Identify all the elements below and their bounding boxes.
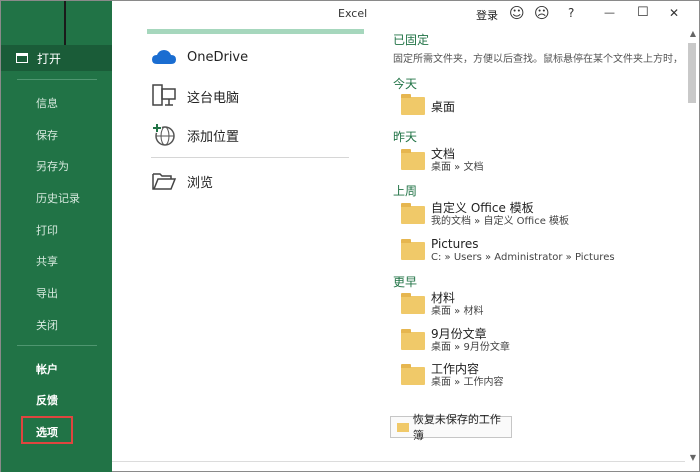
sidebar-item-save-as[interactable]: 另存为 bbox=[36, 158, 69, 174]
scroll-down-icon[interactable]: ▼ bbox=[690, 453, 696, 462]
locations-divider bbox=[151, 157, 349, 158]
folder-name: 材料 bbox=[431, 291, 456, 305]
sidebar-divider bbox=[17, 79, 97, 80]
sidebar-item-feedback[interactable]: 反馈 bbox=[36, 392, 58, 408]
folder-icon bbox=[401, 293, 425, 314]
maximize-icon[interactable]: ☐ bbox=[637, 5, 649, 21]
folder-path: C: » Users » Administrator » Pictures bbox=[431, 252, 615, 263]
pinned-description: 固定所需文件夹，方便以后查找。鼠标悬停在某个文件夹上方时，单击 bbox=[393, 54, 683, 65]
smile-icon[interactable]: ☺ bbox=[509, 5, 525, 21]
folder-icon bbox=[401, 364, 425, 385]
computer-icon bbox=[152, 84, 176, 106]
folder-name: 桌面 bbox=[431, 99, 456, 114]
backstage-sidebar: 打开 信息 保存 另存为 历史记录 打印 共享 导出 关闭 帐户 反馈 选项 bbox=[1, 1, 112, 472]
sidebar-divider bbox=[17, 345, 97, 346]
excel-window: 打开 信息 保存 另存为 历史记录 打印 共享 导出 关闭 帐户 反馈 选项 E… bbox=[0, 0, 700, 472]
sidebar-item-info[interactable]: 信息 bbox=[36, 95, 58, 111]
folder-icon bbox=[397, 422, 409, 432]
folder-name: 工作内容 bbox=[431, 362, 480, 376]
folder-item[interactable]: 自定义 Office 模板 我的文档 » 自定义 Office 模板 bbox=[401, 201, 569, 229]
location-label: OneDrive bbox=[187, 49, 249, 65]
folder-path: 桌面 » 9月份文章 bbox=[431, 342, 510, 353]
folder-item[interactable]: 工作内容 桌面 » 工作内容 bbox=[401, 362, 503, 390]
folder-name: 自定义 Office 模板 bbox=[431, 201, 534, 215]
location-label: 添加位置 bbox=[187, 129, 240, 145]
folder-name: Pictures bbox=[431, 237, 479, 251]
close-icon[interactable]: ✕ bbox=[669, 5, 679, 21]
selected-location-bar bbox=[147, 29, 364, 34]
cloud-icon bbox=[152, 50, 176, 64]
location-label: 这台电脑 bbox=[187, 90, 240, 106]
folder-icon bbox=[401, 203, 425, 224]
folder-icon bbox=[401, 239, 425, 260]
sign-in-link[interactable]: 登录 bbox=[476, 7, 498, 23]
folder-icon bbox=[401, 149, 425, 170]
folder-item[interactable]: 9月份文章 桌面 » 9月份文章 bbox=[401, 327, 510, 355]
sidebar-item-open[interactable]: 打开 bbox=[1, 45, 112, 71]
window-title: Excel bbox=[338, 7, 368, 20]
folder-path: 桌面 » 材料 bbox=[431, 306, 484, 317]
folder-path: 桌面 » 工作内容 bbox=[431, 377, 504, 388]
folder-open-icon bbox=[152, 173, 177, 190]
options-highlight-box bbox=[21, 416, 73, 444]
scroll-up-icon[interactable]: ▲ bbox=[690, 29, 696, 38]
group-heading-last-week: 上周 bbox=[393, 184, 418, 198]
group-heading-yesterday: 昨天 bbox=[393, 130, 418, 144]
group-heading-older: 更早 bbox=[393, 275, 418, 289]
folder-path: 我的文档 » 自定义 Office 模板 bbox=[431, 216, 570, 227]
location-this-pc[interactable]: 这台电脑 bbox=[151, 82, 239, 110]
location-onedrive[interactable]: OneDrive bbox=[151, 43, 248, 71]
location-add-place[interactable]: 添加位置 bbox=[151, 121, 239, 149]
location-label: 浏览 bbox=[187, 175, 214, 191]
sidebar-item-print[interactable]: 打印 bbox=[36, 222, 58, 238]
frown-icon[interactable]: ☹ bbox=[534, 5, 550, 21]
sidebar-item-account[interactable]: 帐户 bbox=[36, 361, 58, 377]
folder-item[interactable]: 桌面 bbox=[401, 94, 456, 115]
recover-unsaved-button[interactable]: 恢复未保存的工作簿 bbox=[390, 413, 512, 442]
folder-icon bbox=[401, 94, 425, 115]
bottom-edge bbox=[112, 461, 685, 471]
folder-item[interactable]: 文档 桌面 » 文档 bbox=[401, 147, 483, 175]
folder-icon bbox=[401, 329, 425, 350]
folder-item[interactable]: Pictures C: » Users » Administrator » Pi… bbox=[401, 237, 615, 265]
scrollbar-thumb[interactable] bbox=[688, 43, 696, 103]
sidebar-item-history[interactable]: 历史记录 bbox=[36, 190, 80, 206]
sidebar-item-export[interactable]: 导出 bbox=[36, 285, 58, 301]
folder-open-icon bbox=[16, 53, 28, 63]
folder-name: 文档 bbox=[431, 147, 456, 161]
location-browse[interactable]: 浏览 bbox=[151, 167, 213, 195]
folder-name: 9月份文章 bbox=[431, 327, 487, 341]
pinned-heading: 已固定 bbox=[393, 33, 430, 47]
minimize-icon[interactable]: — bbox=[604, 5, 615, 21]
folder-path: 桌面 » 文档 bbox=[431, 162, 484, 173]
sidebar-item-open-label: 打开 bbox=[37, 51, 62, 66]
group-heading-today: 今天 bbox=[393, 77, 418, 91]
sidebar-item-save[interactable]: 保存 bbox=[36, 127, 58, 143]
recover-unsaved-label: 恢复未保存的工作簿 bbox=[412, 413, 501, 442]
sidebar-item-close[interactable]: 关闭 bbox=[36, 317, 58, 333]
add-location-icon bbox=[152, 123, 175, 146]
folder-item[interactable]: 材料 桌面 » 材料 bbox=[401, 291, 483, 319]
help-icon[interactable]: ? bbox=[568, 5, 574, 21]
sidebar-item-share[interactable]: 共享 bbox=[36, 253, 58, 269]
